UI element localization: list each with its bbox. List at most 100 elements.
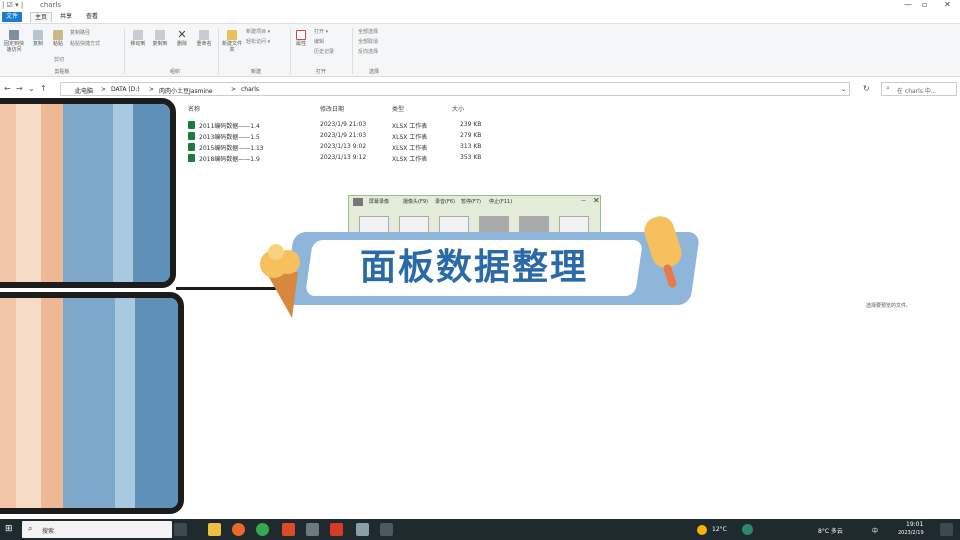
file-row[interactable]: 2011编码数据——1.4 2023/1/9 21:03 XLSX 工作表 23… [188, 120, 498, 130]
copy-label: 复制 [32, 41, 43, 47]
column-date[interactable]: 修改日期 [320, 104, 344, 113]
copy-to-button[interactable]: 复制到 [150, 30, 170, 47]
recorder-menu-pause[interactable]: 暂停(F7) [461, 198, 481, 205]
recorder-menu-audio[interactable]: 录音(F6) [435, 198, 455, 205]
paste-shortcut-button[interactable]: 粘贴快捷方式 [70, 41, 100, 47]
crumb-this-pc[interactable]: 此电脑 [75, 86, 93, 95]
delete-label: 删除 [176, 41, 187, 47]
edit-button[interactable]: 编辑 [314, 39, 324, 45]
recorder-app-icon[interactable] [380, 523, 393, 536]
copy-button[interactable]: 复制 [30, 30, 46, 47]
chrome-icon[interactable] [256, 523, 269, 536]
screen-recorder-window[interactable]: 屏幕录像 摄像头(F9) 录音(F6) 暂停(F7) 停止(F11) — ✕ [348, 195, 601, 238]
rename-label: 重命名 [196, 41, 212, 47]
select-all-button[interactable]: 全部选择 [358, 29, 378, 35]
recorder-minimize-button[interactable]: — [581, 198, 586, 204]
recorder-close-button[interactable]: ✕ [593, 196, 600, 205]
rename-button[interactable]: 重命名 [194, 30, 214, 47]
app-icon[interactable] [306, 523, 319, 536]
file-row[interactable]: 2018编码数据——1.9 2023/1/13 9:12 XLSX 工作表 35… [188, 153, 498, 163]
crumb-charls[interactable]: charls [241, 86, 259, 93]
weather-temp[interactable]: 12°C [712, 526, 727, 533]
search-placeholder: 在 charls 中... [897, 88, 937, 95]
file-explorer-icon[interactable] [208, 523, 221, 536]
app-tray-icon[interactable] [742, 524, 753, 535]
properties-label: 属性 [295, 41, 306, 47]
recorder-menu-camera[interactable]: 摄像头(F9) [403, 198, 428, 205]
recorder-title: 屏幕录像 [369, 199, 390, 205]
excel-file-icon [188, 143, 195, 151]
crumb-separator: > [231, 86, 237, 93]
copy-to-label: 复制到 [152, 41, 168, 47]
column-name[interactable]: 名称 [188, 104, 200, 113]
clock-date[interactable]: 2023/2/19 [898, 530, 924, 536]
file-type: XLSX 工作表 [392, 123, 428, 130]
quick-access-toolbar[interactable]: | ☑ ▾ | [2, 1, 23, 9]
taskbar-search[interactable]: ⌕ 搜索 [22, 521, 172, 538]
firefox-icon[interactable] [232, 523, 245, 536]
screen: | ☑ ▾ | charls — ▫ ✕ 文件 主页 共享 查看 固定到快速访问… [0, 0, 960, 540]
crumb-separator: > [149, 86, 155, 93]
copy-path-button[interactable]: 复制路径 [70, 30, 90, 36]
forward-button[interactable]: → [16, 84, 23, 93]
preview-hint: 选择要预览的文件。 [866, 303, 912, 309]
app-icon[interactable] [356, 523, 369, 536]
properties-check-icon [296, 30, 306, 40]
excel-file-icon [188, 154, 195, 162]
column-size[interactable]: 大小 [452, 104, 464, 113]
close-button[interactable]: ✕ [944, 0, 951, 9]
refresh-button[interactable]: ↻ [863, 84, 870, 93]
properties-button[interactable]: 属性 [294, 30, 308, 47]
column-type[interactable]: 类型 [392, 104, 404, 113]
invert-selection-button[interactable]: 反向选择 [358, 49, 378, 55]
paste-label: 粘贴 [52, 41, 63, 47]
excel-file-icon [188, 132, 195, 140]
notification-icon[interactable] [940, 523, 953, 536]
up-button[interactable]: ↑ [40, 84, 47, 93]
wps-icon[interactable] [330, 523, 343, 536]
new-folder-button[interactable]: 新建文件夹 [222, 30, 242, 53]
back-button[interactable]: ← [4, 84, 11, 93]
file-row[interactable]: 2013编码数据——1.5 2023/1/9 21:03 XLSX 工作表 27… [188, 131, 498, 141]
open-button[interactable]: 打开 ▾ [314, 29, 328, 35]
group-new: 新建 [250, 69, 261, 75]
history-button[interactable]: 历史记录 [314, 49, 334, 55]
tab-home[interactable]: 主页 [30, 12, 53, 22]
app-icon[interactable] [282, 523, 295, 536]
new-item-button[interactable]: 新建项目 ▾ [246, 29, 270, 35]
minimize-button[interactable]: — [904, 0, 912, 9]
ime-indicator[interactable]: 中 [872, 526, 878, 535]
divider [352, 28, 353, 74]
move-to-button[interactable]: 移动到 [128, 30, 148, 47]
copy-icon [33, 30, 43, 40]
start-button[interactable]: ⊞ [5, 524, 13, 534]
title-bar: | ☑ ▾ | charls — ▫ ✕ [0, 0, 960, 11]
task-view-icon[interactable] [174, 523, 187, 536]
cut-button[interactable]: 剪切 [54, 57, 64, 63]
taskbar: ⊞ ⌕ 搜索 12°C 8°C 多云 中 19:01 2023/2/19 [0, 519, 960, 540]
crumb-folder[interactable]: 肉肉小土豆Jasmine [159, 86, 213, 95]
group-select: 选择 [368, 69, 379, 75]
easy-access-button[interactable]: 轻松访问 ▾ [246, 39, 270, 45]
delete-button[interactable]: ✕ 删除 [174, 28, 190, 47]
recent-locations-button[interactable]: ⌄ [28, 84, 35, 93]
search-box[interactable]: ⌕ 在 charls 中... [881, 82, 957, 96]
pin-quick-access-button[interactable]: 固定到快速访问 [2, 30, 26, 53]
pin-label: 固定到快速访问 [3, 41, 24, 53]
file-row[interactable]: 2015编码数据——1.13 2023/1/13 9:02 XLSX 工作表 3… [188, 142, 498, 152]
tab-file[interactable]: 文件 [2, 12, 23, 22]
breadcrumb[interactable]: 此电脑 > DATA (D:) > 肉肉小土豆Jasmine > charls … [60, 82, 850, 96]
search-icon: ⌕ [886, 84, 890, 92]
tab-share[interactable]: 共享 [56, 12, 76, 22]
maximize-button[interactable]: ▫ [922, 0, 927, 9]
crumb-data-drive[interactable]: DATA (D:) [111, 86, 140, 93]
window-title: charls [40, 1, 62, 9]
recorder-menu-stop[interactable]: 停止(F11) [489, 198, 512, 205]
tab-view[interactable]: 查看 [82, 12, 102, 22]
paste-button[interactable]: 粘贴 [50, 30, 66, 47]
clock-time[interactable]: 19:01 [906, 521, 923, 528]
weather-status[interactable]: 8°C 多云 [818, 526, 843, 535]
address-dropdown-icon[interactable]: ⌄ [841, 86, 846, 93]
select-none-button[interactable]: 全部取消 [358, 39, 378, 45]
delete-x-icon: ✕ [177, 28, 187, 41]
